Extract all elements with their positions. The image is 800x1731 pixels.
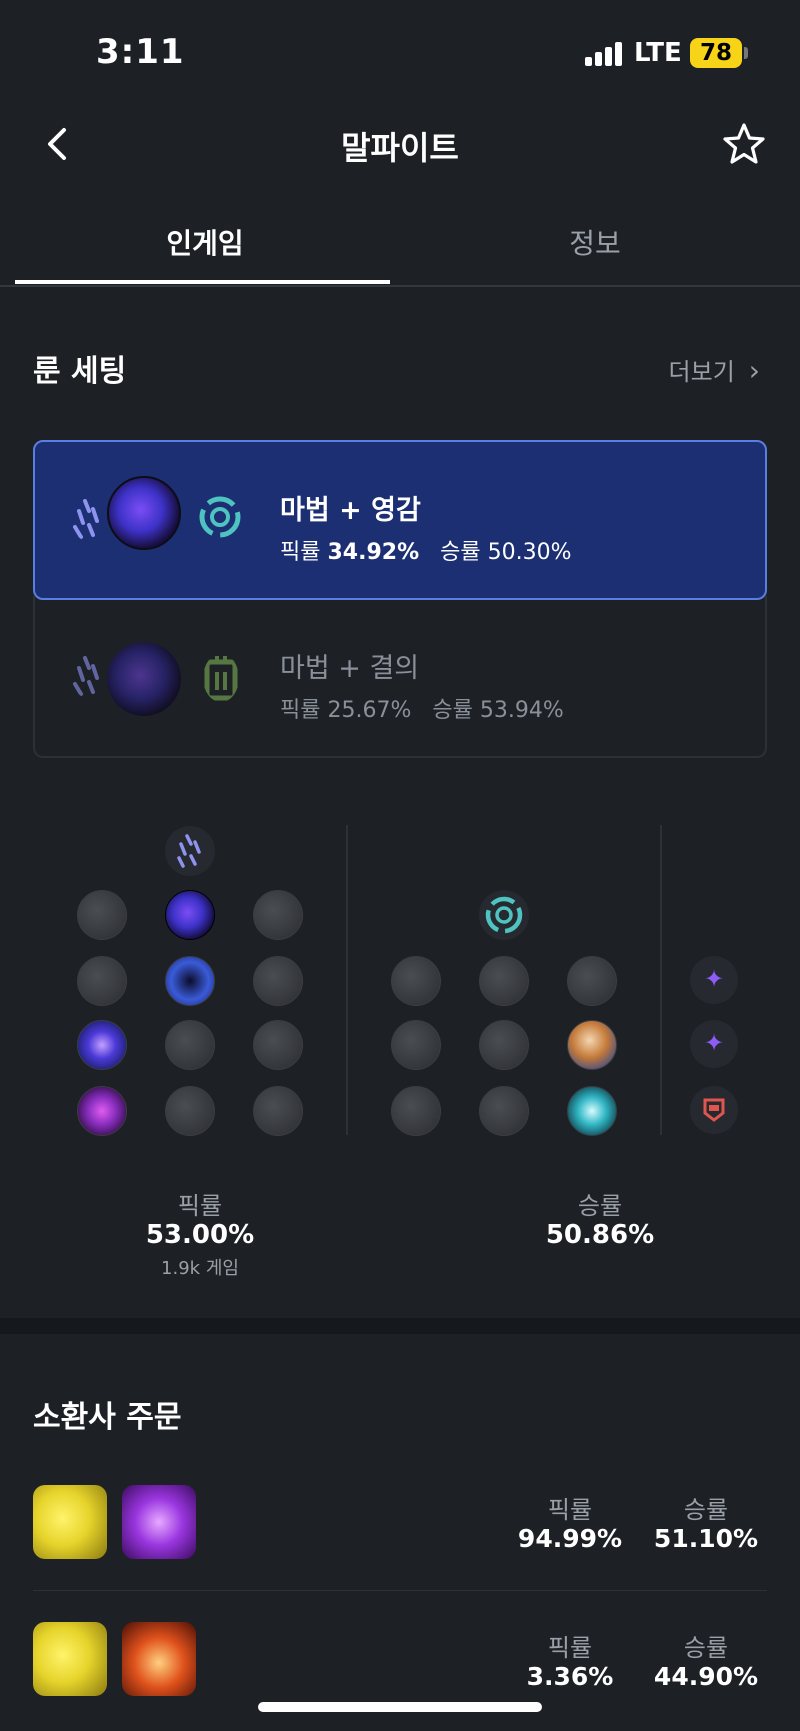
win-label: 승률 bbox=[440, 540, 481, 565]
manaflow-band-icon bbox=[165, 956, 215, 1006]
rune-icon bbox=[77, 890, 127, 940]
spell-win-label: 승률 bbox=[683, 1634, 729, 1662]
chevron-right-icon: › bbox=[748, 354, 760, 387]
spells-section-title: 소환사 주문 bbox=[33, 1400, 182, 1435]
spell-pick-value: 3.36% bbox=[526, 1662, 614, 1691]
adaptive-shard-icon: ✦ bbox=[690, 1020, 738, 1068]
win-label: 승률 bbox=[432, 698, 473, 723]
pick-value: 34.92% bbox=[327, 540, 420, 565]
pick-label: 픽률 bbox=[280, 540, 321, 565]
tab-ingame[interactable]: 인게임 bbox=[15, 222, 395, 262]
ignite-spell-icon bbox=[122, 1622, 196, 1696]
battery-icon: 78 bbox=[690, 38, 742, 68]
grid-divider bbox=[346, 825, 348, 1135]
rune-icon bbox=[391, 1086, 441, 1136]
more-label: 더보기 bbox=[668, 358, 735, 386]
scorch-icon bbox=[77, 1086, 127, 1136]
spell-win-value: 44.90% bbox=[653, 1662, 759, 1691]
page-title: 말파이트 bbox=[341, 129, 459, 167]
pick-label: 픽률 bbox=[280, 698, 321, 723]
flash-spell-icon bbox=[33, 1622, 107, 1696]
rune-icon bbox=[253, 956, 303, 1006]
row-divider bbox=[33, 1590, 767, 1591]
adaptive-shard-icon: ✦ bbox=[690, 956, 738, 1004]
more-button[interactable]: 더보기 › bbox=[669, 352, 760, 387]
grid-divider bbox=[660, 825, 662, 1135]
health-shard-icon bbox=[690, 1086, 738, 1134]
transcendence-icon bbox=[77, 1020, 127, 1070]
sorcery-tree-icon bbox=[165, 826, 215, 876]
spell-win-label: 승률 bbox=[683, 1496, 729, 1524]
summary-win-label: 승률 bbox=[577, 1192, 623, 1220]
summary-games: 1.9k 게임 bbox=[161, 1258, 239, 1279]
biscuit-delivery-icon bbox=[567, 1020, 617, 1070]
spell-win-value: 51.10% bbox=[653, 1524, 759, 1553]
network-label: LTE bbox=[634, 38, 682, 68]
rune-section-title: 룬 세팅 bbox=[33, 354, 127, 389]
rune-icon bbox=[567, 956, 617, 1006]
tab-info[interactable]: 정보 bbox=[405, 222, 785, 262]
spell-pick-label: 픽률 bbox=[547, 1634, 593, 1662]
rune-option-title: 마법 + 결의 bbox=[280, 653, 420, 684]
rune-icon bbox=[253, 1086, 303, 1136]
tab-indicator bbox=[15, 280, 390, 284]
star-icon[interactable] bbox=[722, 122, 766, 166]
win-value: 50.30% bbox=[487, 540, 572, 565]
home-indicator[interactable] bbox=[258, 1702, 542, 1712]
rune-option-stats: 픽률 34.92% 승률 50.30% bbox=[280, 534, 571, 566]
battery-tip bbox=[744, 47, 748, 59]
rune-icon bbox=[253, 890, 303, 940]
rune-icon bbox=[165, 1020, 215, 1070]
rune-option-card[interactable]: 마법 + 결의 픽률 25.67% 승률 53.94% bbox=[33, 596, 767, 758]
flash-spell-icon bbox=[33, 1485, 107, 1559]
rune-option-stats: 픽률 25.67% 승률 53.94% bbox=[280, 692, 564, 724]
arcane-comet-icon bbox=[165, 890, 215, 940]
status-bar: 3:11 LTE 78 bbox=[0, 0, 800, 100]
spell-pick-label: 픽률 bbox=[547, 1496, 593, 1524]
keystone-arcane-comet-icon bbox=[107, 476, 181, 550]
inspiration-tree-icon bbox=[479, 890, 529, 940]
sorcery-tree-icon bbox=[73, 656, 99, 696]
resolve-tree-icon bbox=[204, 656, 238, 701]
rune-icon bbox=[479, 956, 529, 1006]
rune-icon bbox=[479, 1086, 529, 1136]
signal-icon bbox=[585, 40, 625, 66]
pick-value: 25.67% bbox=[327, 698, 412, 723]
summary-win-value: 50.86% bbox=[545, 1220, 655, 1250]
rune-icon bbox=[391, 1020, 441, 1070]
summary-pick-label: 픽률 bbox=[177, 1192, 223, 1220]
rune-option-card[interactable]: 마법 + 영감 픽률 34.92% 승률 50.30% bbox=[33, 440, 767, 600]
rune-option-title: 마법 + 영감 bbox=[280, 495, 421, 526]
rune-icon bbox=[391, 956, 441, 1006]
rune-icon bbox=[77, 956, 127, 1006]
win-value: 53.94% bbox=[479, 698, 564, 723]
inspiration-tree-icon bbox=[199, 496, 241, 538]
keystone-arcane-comet-icon bbox=[107, 642, 181, 716]
sorcery-tree-icon bbox=[73, 499, 99, 539]
section-divider bbox=[0, 1318, 800, 1334]
status-time: 3:11 bbox=[96, 32, 185, 72]
cosmic-insight-icon bbox=[567, 1086, 617, 1136]
rune-icon bbox=[165, 1086, 215, 1136]
tab-divider bbox=[0, 285, 800, 287]
teleport-spell-icon bbox=[122, 1485, 196, 1559]
rune-icon bbox=[253, 1020, 303, 1070]
summary-pick-value: 53.00% bbox=[145, 1220, 255, 1250]
rune-icon bbox=[479, 1020, 529, 1070]
spell-pick-value: 94.99% bbox=[517, 1524, 623, 1553]
